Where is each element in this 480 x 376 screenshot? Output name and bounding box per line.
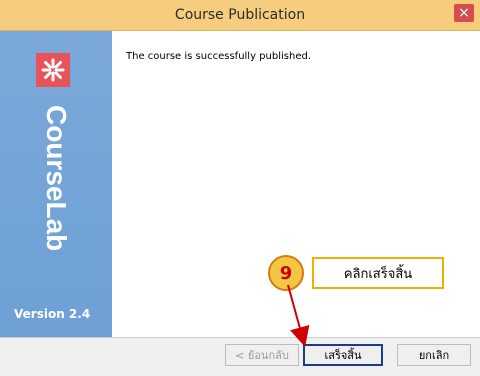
courselab-logo: [36, 53, 70, 87]
cancel-button[interactable]: ยกเลิก: [397, 344, 471, 366]
window-title: Course Publication: [174, 7, 306, 23]
step-number: 9: [279, 263, 293, 284]
publish-success-message: The course is successfully published.: [126, 51, 311, 62]
step-number-badge: 9: [268, 255, 304, 291]
close-button[interactable]: ×: [454, 4, 474, 22]
asterisk-icon: [41, 58, 65, 82]
step-annotation: 9 คลิกเสร็จสิ้น: [268, 255, 444, 291]
brand-panel: CourseLab Version 2.4: [0, 31, 112, 337]
course-publication-window: Course Publication × CourseLab Version 2…: [0, 0, 480, 376]
brand-name-text: CourseLab: [41, 105, 72, 251]
back-button[interactable]: < ย้อนกลับ: [225, 344, 299, 366]
brand-name-vertical: CourseLab: [41, 105, 72, 251]
brand-name: CourseLab: [27, 105, 87, 325]
callout-box: คลิกเสร็จสิ้น: [312, 257, 444, 289]
finish-button[interactable]: เสร็จสิ้น: [303, 344, 383, 366]
version-label: Version 2.4: [14, 307, 91, 321]
title-bar: Course Publication ×: [0, 0, 480, 31]
content-area: The course is successfully published.: [112, 31, 480, 337]
